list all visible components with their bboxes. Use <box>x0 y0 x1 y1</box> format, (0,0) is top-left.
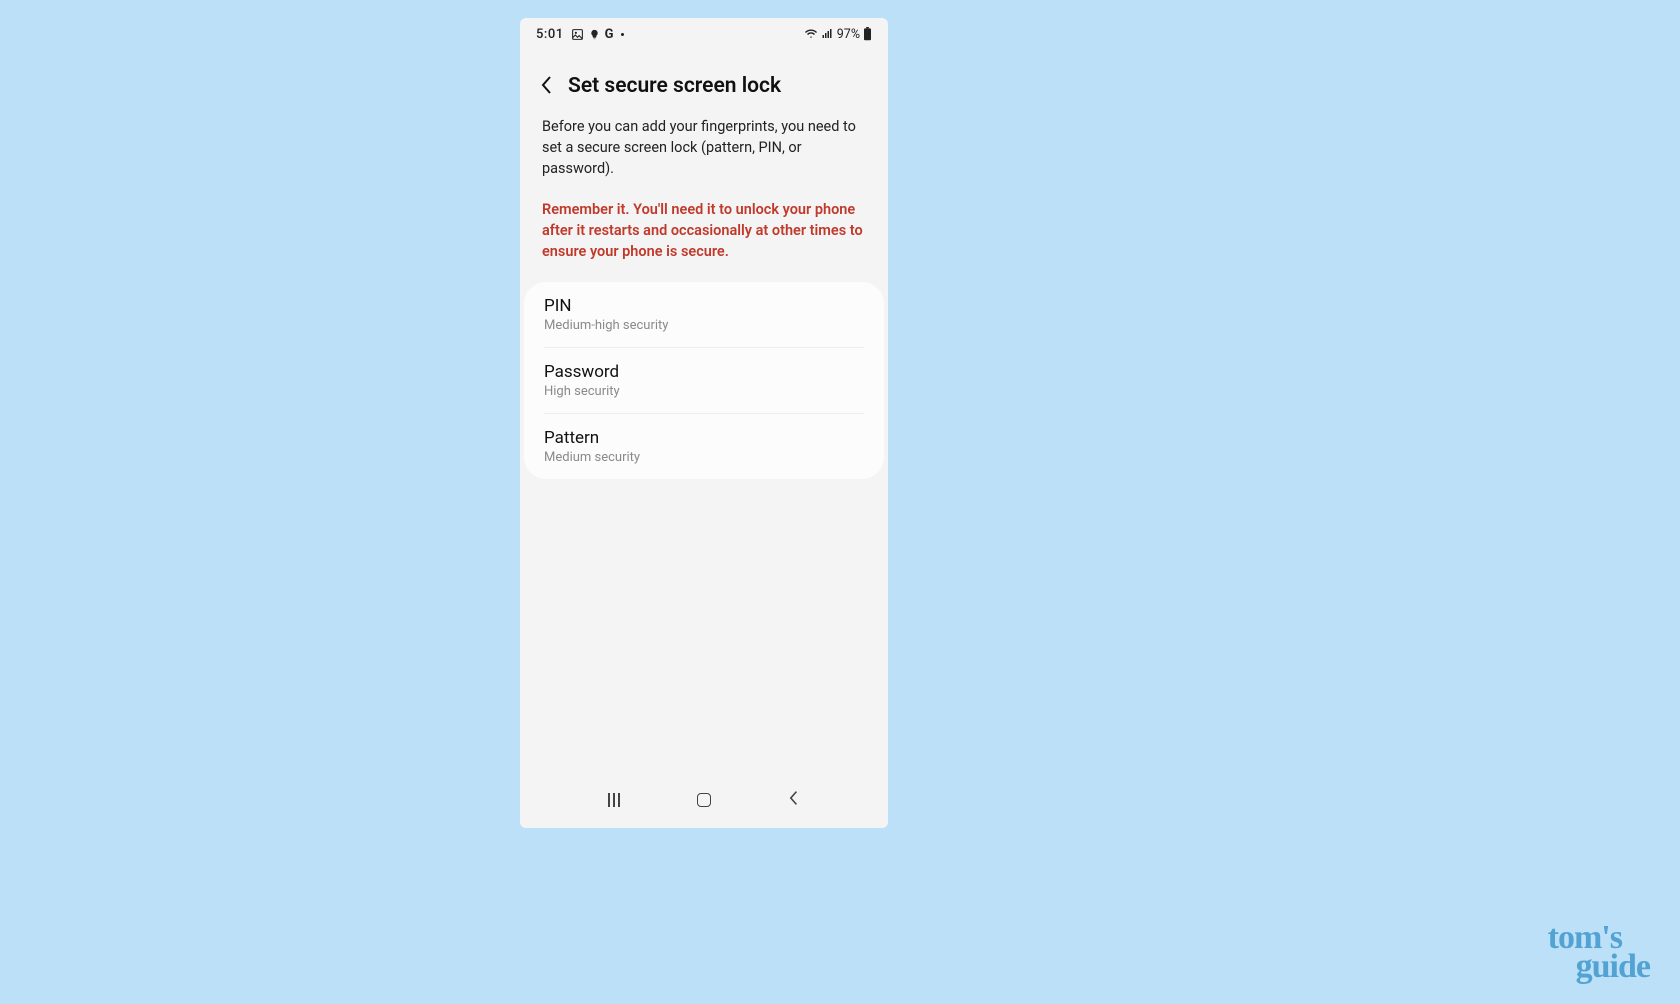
lock-options-list: PIN Medium-high security Password High s… <box>524 282 884 479</box>
back-button[interactable] <box>540 75 554 98</box>
watermark: tom's guide <box>1548 924 1650 982</box>
recents-icon <box>608 793 610 807</box>
option-subtitle: Medium security <box>544 450 864 465</box>
watermark-line2: guide <box>1548 953 1650 982</box>
bulb-icon <box>589 28 600 41</box>
option-pattern[interactable]: Pattern Medium security <box>544 413 864 479</box>
option-password[interactable]: Password High security <box>544 347 864 413</box>
nav-back-button[interactable] <box>788 790 800 811</box>
android-nav-bar <box>520 780 888 820</box>
description-block: Before you can add your fingerprints, yo… <box>520 108 888 276</box>
nav-home-button[interactable] <box>697 793 711 807</box>
signal-icon <box>821 28 834 40</box>
warning-text: Remember it. You'll need it to unlock yo… <box>542 199 866 262</box>
status-left: 5:01 G <box>536 27 624 42</box>
wifi-icon <box>804 28 818 40</box>
picture-icon <box>571 28 584 41</box>
status-bar: 5:01 G 97% <box>520 18 888 44</box>
description-text: Before you can add your fingerprints, yo… <box>542 116 866 179</box>
status-time: 5:01 <box>536 27 564 42</box>
battery-pct: 97% <box>837 27 860 42</box>
option-title: Pattern <box>544 428 864 448</box>
status-right: 97% <box>804 27 872 42</box>
option-title: Password <box>544 362 864 382</box>
nav-recents-button[interactable] <box>608 793 620 807</box>
option-subtitle: High security <box>544 384 864 399</box>
more-dot-icon <box>621 33 624 36</box>
chevron-left-icon <box>788 790 800 806</box>
phone-frame: 5:01 G 97% Set secure screen lock Before… <box>520 18 888 828</box>
option-subtitle: Medium-high security <box>544 318 864 333</box>
chevron-left-icon <box>540 75 554 95</box>
page-header: Set secure screen lock <box>520 44 888 108</box>
option-title: PIN <box>544 296 864 316</box>
option-pin[interactable]: PIN Medium-high security <box>524 282 884 347</box>
g-icon: G <box>605 27 614 42</box>
page-title: Set secure screen lock <box>568 74 781 98</box>
battery-icon <box>863 27 872 41</box>
